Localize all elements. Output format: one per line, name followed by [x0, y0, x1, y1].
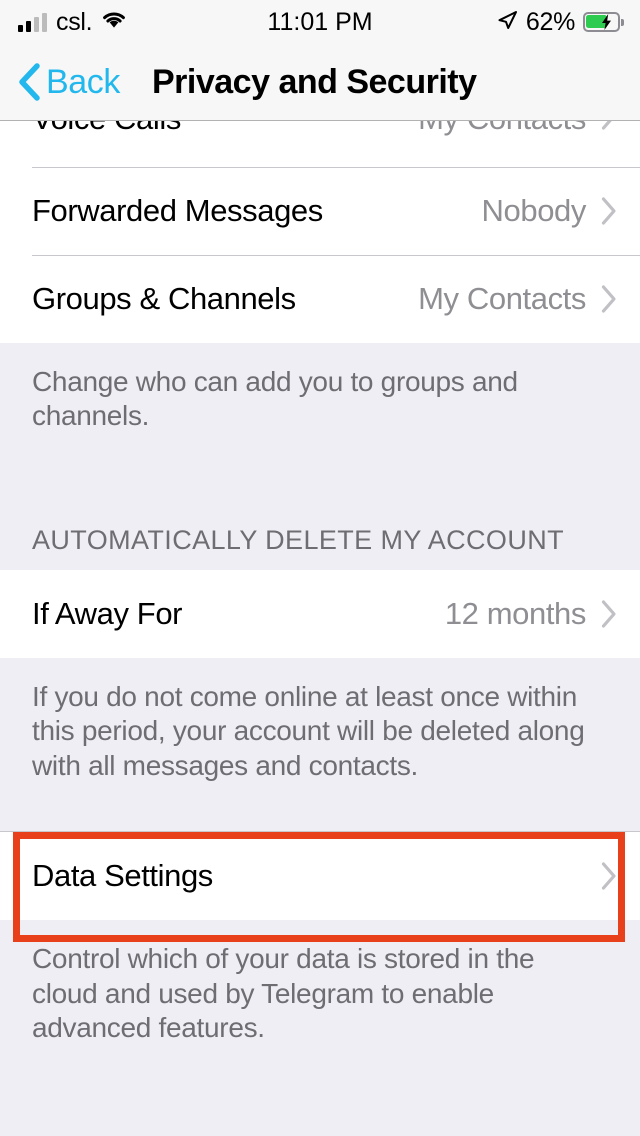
chevron-right-icon — [601, 285, 616, 313]
chevron-left-icon — [19, 63, 40, 101]
row-forwarded-messages-value: Nobody — [481, 193, 587, 228]
row-voice-calls-value: My Contacts — [418, 121, 586, 137]
battery-percent-label: 62% — [525, 7, 575, 36]
chevron-right-icon — [601, 121, 612, 130]
row-groups-and-channels[interactable]: Groups & Channels My Contacts — [0, 255, 640, 343]
row-if-away-for-value: 12 months — [444, 595, 587, 631]
privacy-group-footer: Change who can add you to groups and cha… — [0, 343, 640, 452]
page-title: Privacy and Security — [152, 62, 477, 101]
row-voice-calls-label: Voice Calls — [32, 121, 181, 137]
row-if-away-for-label: If Away For — [32, 595, 183, 631]
location-arrow-icon — [496, 9, 518, 36]
row-forwarded-messages[interactable]: Forwarded Messages Nobody — [0, 167, 640, 255]
data-settings-group: Data Settings — [0, 831, 640, 921]
spacer-2 — [0, 801, 640, 832]
back-button[interactable]: Back — [16, 44, 120, 120]
row-groups-and-channels-value: My Contacts — [418, 281, 586, 316]
clock-label: 11:01 PM — [267, 7, 373, 36]
row-if-away-for-right: 12 months — [445, 596, 618, 632]
row-if-away-for[interactable]: If Away For 12 months — [0, 569, 640, 658]
chevron-right-icon — [601, 862, 616, 890]
row-forwarded-messages-right: Nobody — [482, 193, 618, 229]
settings-scroll-view[interactable]: Voice Calls My Contacts Forwarded Messag… — [0, 121, 640, 1136]
battery-charging-icon — [583, 12, 624, 32]
navigation-bar: Back Privacy and Security — [0, 44, 640, 121]
auto-delete-footer: If you do not come online at least once … — [0, 657, 640, 802]
chevron-right-icon — [601, 197, 616, 225]
auto-delete-group: If Away For 12 months — [0, 569, 640, 658]
status-bar-right: 62% — [496, 0, 624, 44]
row-forwarded-messages-label: Forwarded Messages — [32, 193, 323, 228]
row-data-settings-label: Data Settings — [32, 858, 213, 894]
row-voice-calls-right: My Contacts — [418, 121, 618, 137]
row-data-settings[interactable]: Data Settings — [0, 832, 640, 921]
privacy-group: Voice Calls My Contacts Forwarded Messag… — [0, 121, 640, 343]
spacer-1 — [0, 451, 640, 508]
row-data-settings-right — [600, 861, 618, 891]
data-settings-footer: Control which of your data is stored in … — [0, 920, 640, 1046]
phone-screen: csl. 11:01 PM 62% Back Privacy and Secur… — [0, 0, 640, 1136]
row-groups-and-channels-right: My Contacts — [418, 281, 618, 317]
chevron-right-icon — [601, 600, 616, 628]
row-groups-and-channels-label: Groups & Channels — [32, 281, 296, 316]
back-button-label: Back — [46, 62, 120, 101]
section-header-auto-delete: AUTOMATICALLY DELETE MY ACCOUNT — [0, 507, 640, 570]
status-bar: csl. 11:01 PM 62% — [0, 0, 640, 44]
row-voice-calls[interactable]: Voice Calls My Contacts — [0, 121, 640, 167]
